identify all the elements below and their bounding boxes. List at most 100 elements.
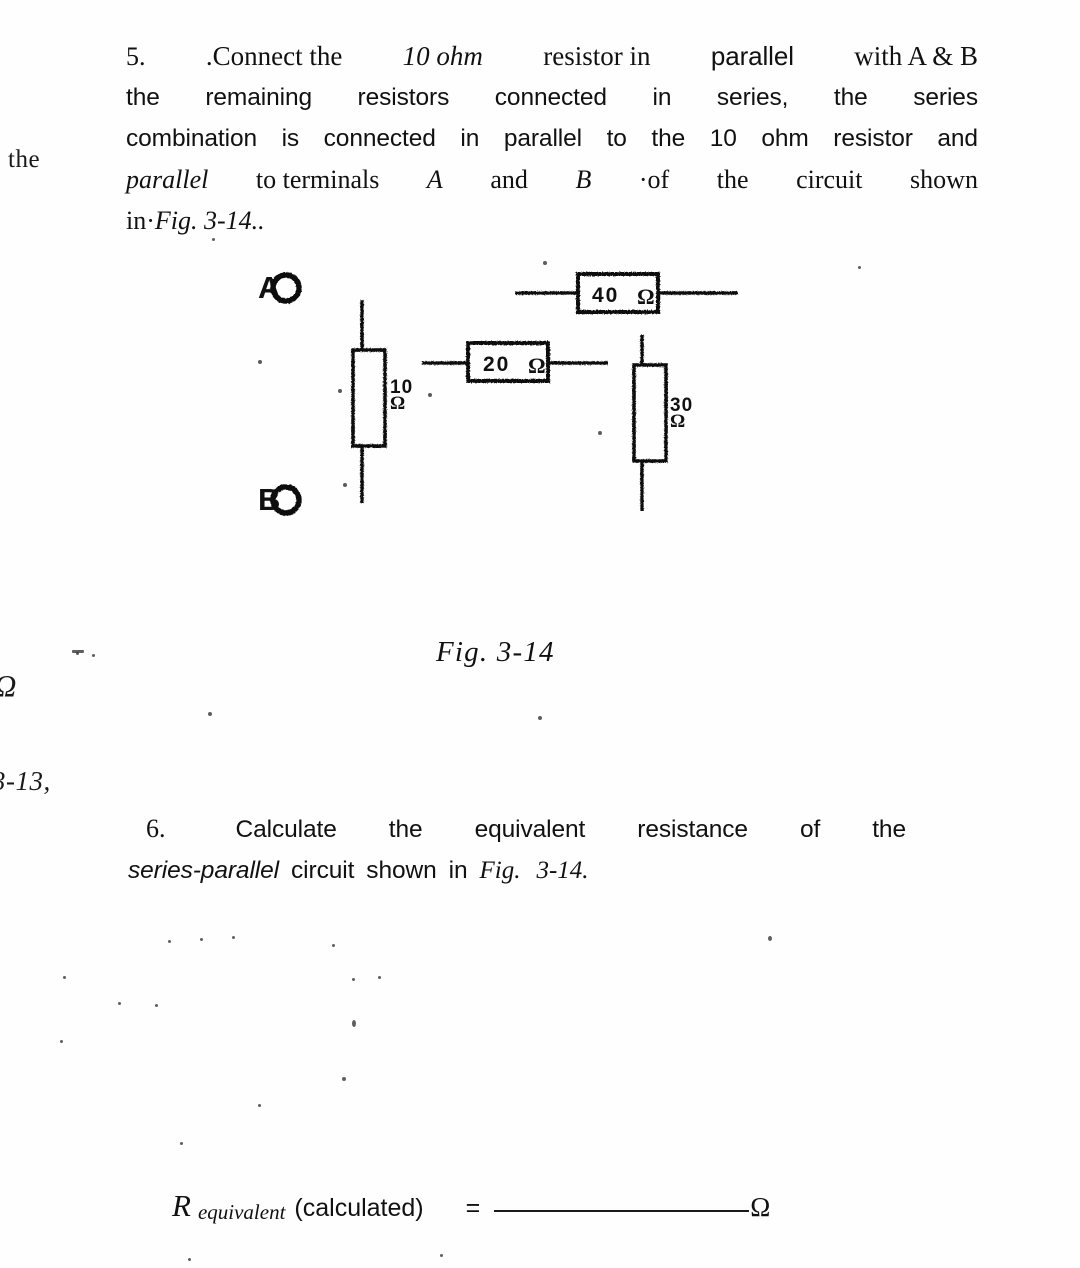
- scan-speck: [180, 1142, 183, 1145]
- q6-l2-w2: circuit: [291, 857, 355, 884]
- scan-speck: [188, 1258, 191, 1261]
- q5-l3-w3: connected: [323, 125, 436, 152]
- q5-l4-w3: A: [426, 165, 443, 194]
- q5-l2-w4: connected: [494, 84, 607, 111]
- answer-unit: Ω: [750, 1192, 771, 1222]
- q5-l2-w2: remaining: [205, 84, 312, 111]
- q5-l2-w6: series,: [716, 84, 789, 111]
- scanned-page: the Ω 3-13, 5. .Connect the 10 ohm resis…: [0, 0, 1080, 1268]
- q5-l4-w2: to terminals: [255, 165, 380, 194]
- q5-l3-w9: ohm: [761, 125, 809, 152]
- q6-l2-w4: in: [448, 857, 468, 884]
- scan-speck: [352, 1020, 356, 1027]
- answer-qualifier: (calculated): [294, 1194, 424, 1222]
- q5-l4-w4: and: [490, 165, 528, 194]
- q6-l1-w4: resistance: [637, 816, 748, 843]
- scan-speck: [538, 716, 542, 720]
- q5-l2-w3: resistors: [357, 84, 450, 111]
- scan-speck: [212, 238, 215, 241]
- question-6-line-2: series-parallel circuit shown in Fig. 3-…: [128, 854, 906, 887]
- q5-l4-w6: ·of: [638, 165, 670, 194]
- margin-fragment-fig-ref: 3-13,: [0, 766, 51, 796]
- q5-l1-w1: .Connect the: [205, 41, 343, 71]
- answer-subscript: equivalent: [197, 1200, 286, 1224]
- q5-l3-w8: 10: [709, 125, 737, 152]
- resistor-40-ohm-body-value: 40: [592, 284, 619, 307]
- q6-l2-w1: series-parallel: [128, 857, 280, 884]
- question-5-number: 5.: [126, 42, 146, 71]
- answer-line: R equivalent (calculated) = Ω: [172, 1188, 770, 1224]
- q6-l1-w2: the: [388, 816, 423, 843]
- q5-l4-w9: shown: [910, 165, 978, 194]
- scan-speck: [768, 936, 772, 941]
- q5-l3-w11: and: [937, 125, 978, 152]
- scan-speck: [208, 712, 212, 716]
- q6-l1-w3: equivalent: [474, 816, 586, 843]
- q5-l4-w5: B: [575, 165, 592, 194]
- question-5-line-4: parallel to terminals A and B ·of the ci…: [126, 163, 978, 196]
- resistor-40-ohm: [515, 272, 738, 314]
- q5-l1-w3: resistor in: [543, 41, 651, 71]
- q5-l3-w7: the: [651, 125, 686, 152]
- q5-l2-w5: in: [652, 84, 672, 111]
- q6-l1-w6: the: [872, 816, 906, 843]
- scan-speck: [63, 976, 66, 979]
- resistor-30-ohm: [632, 335, 668, 511]
- scan-speck: [60, 1040, 63, 1043]
- resistor-10-ohm: [351, 300, 387, 503]
- scan-artifacts: [258, 261, 602, 487]
- terminal-b-node: [270, 484, 302, 516]
- q5-l4-w1: parallel: [126, 165, 209, 194]
- q5-l3-w5: parallel: [503, 125, 583, 152]
- q5-l2-w8: series: [913, 84, 978, 111]
- scan-speck: [118, 1002, 121, 1005]
- scan-speck: [200, 938, 203, 941]
- scan-speck: [92, 654, 95, 657]
- answer-equals: =: [465, 1194, 481, 1222]
- scan-speck: [332, 944, 335, 947]
- q5-l5-w1: in·: [126, 206, 155, 235]
- question-5-line-2: the remaining resistors connected in ser…: [126, 81, 978, 114]
- q6-l2-w5: Fig.: [479, 857, 521, 884]
- figure-caption: Fig. 3-14: [436, 636, 555, 668]
- answer-blank-field[interactable]: [494, 1193, 750, 1212]
- scan-speck: [858, 266, 861, 269]
- q5-l1-w5: with A & B: [854, 41, 978, 71]
- scan-speck: [440, 1254, 443, 1257]
- q5-l3-w4: in: [460, 125, 480, 152]
- margin-fragment-the: the: [8, 146, 41, 173]
- question-5-line-5: in· Fig. 3-14..: [126, 204, 978, 237]
- resistor-40-ohm-body-unit: Ω: [637, 284, 655, 309]
- q5-l2-w7: the: [833, 84, 868, 111]
- q5-l3-w6: to: [606, 125, 627, 152]
- resistor-20-ohm-body-unit: Ω: [528, 353, 546, 378]
- q5-l4-w8: circuit: [796, 165, 863, 194]
- q5-l1-w2: 10 ohm: [402, 41, 483, 71]
- q5-l1-w4: parallel: [710, 41, 794, 71]
- q5-l3-w2: is: [281, 125, 300, 152]
- q5-l2-w1: the: [126, 84, 160, 111]
- q5-l5-w2: Fig. 3-14..: [154, 206, 265, 235]
- resistor-20-ohm: [422, 341, 608, 383]
- circuit-diagram-figure: 20 Ω 40 Ω: [240, 255, 780, 535]
- question-6-line-1: 6. Calculate the equivalent resistance o…: [146, 812, 906, 846]
- question-6-block: 6. Calculate the equivalent resistance o…: [128, 812, 906, 895]
- scan-speck: [155, 1004, 158, 1007]
- scan-speck: [378, 976, 381, 979]
- scan-speck: [232, 936, 235, 939]
- question-6-number: 6.: [146, 814, 166, 843]
- q5-l3-w1: combination: [126, 125, 258, 152]
- resistor-20-ohm-body-value: 20: [483, 353, 510, 376]
- q6-l2-w6: 3-14.: [536, 857, 589, 884]
- answer-symbol: R: [172, 1188, 191, 1223]
- q6-l1-w5: of: [799, 816, 821, 843]
- q5-l3-w10: resistor: [833, 125, 913, 152]
- scan-speck: [168, 940, 171, 943]
- q5-l4-w7: the: [716, 165, 749, 194]
- question-5-block: 5. .Connect the 10 ohm resistor in paral…: [126, 40, 978, 245]
- question-5-line-3: combination is connected in parallel to …: [126, 122, 978, 155]
- scan-speck: [352, 978, 355, 981]
- question-5-line-1: 5. .Connect the 10 ohm resistor in paral…: [126, 40, 978, 73]
- scan-speck: [72, 650, 84, 653]
- scan-speck: [258, 1104, 261, 1107]
